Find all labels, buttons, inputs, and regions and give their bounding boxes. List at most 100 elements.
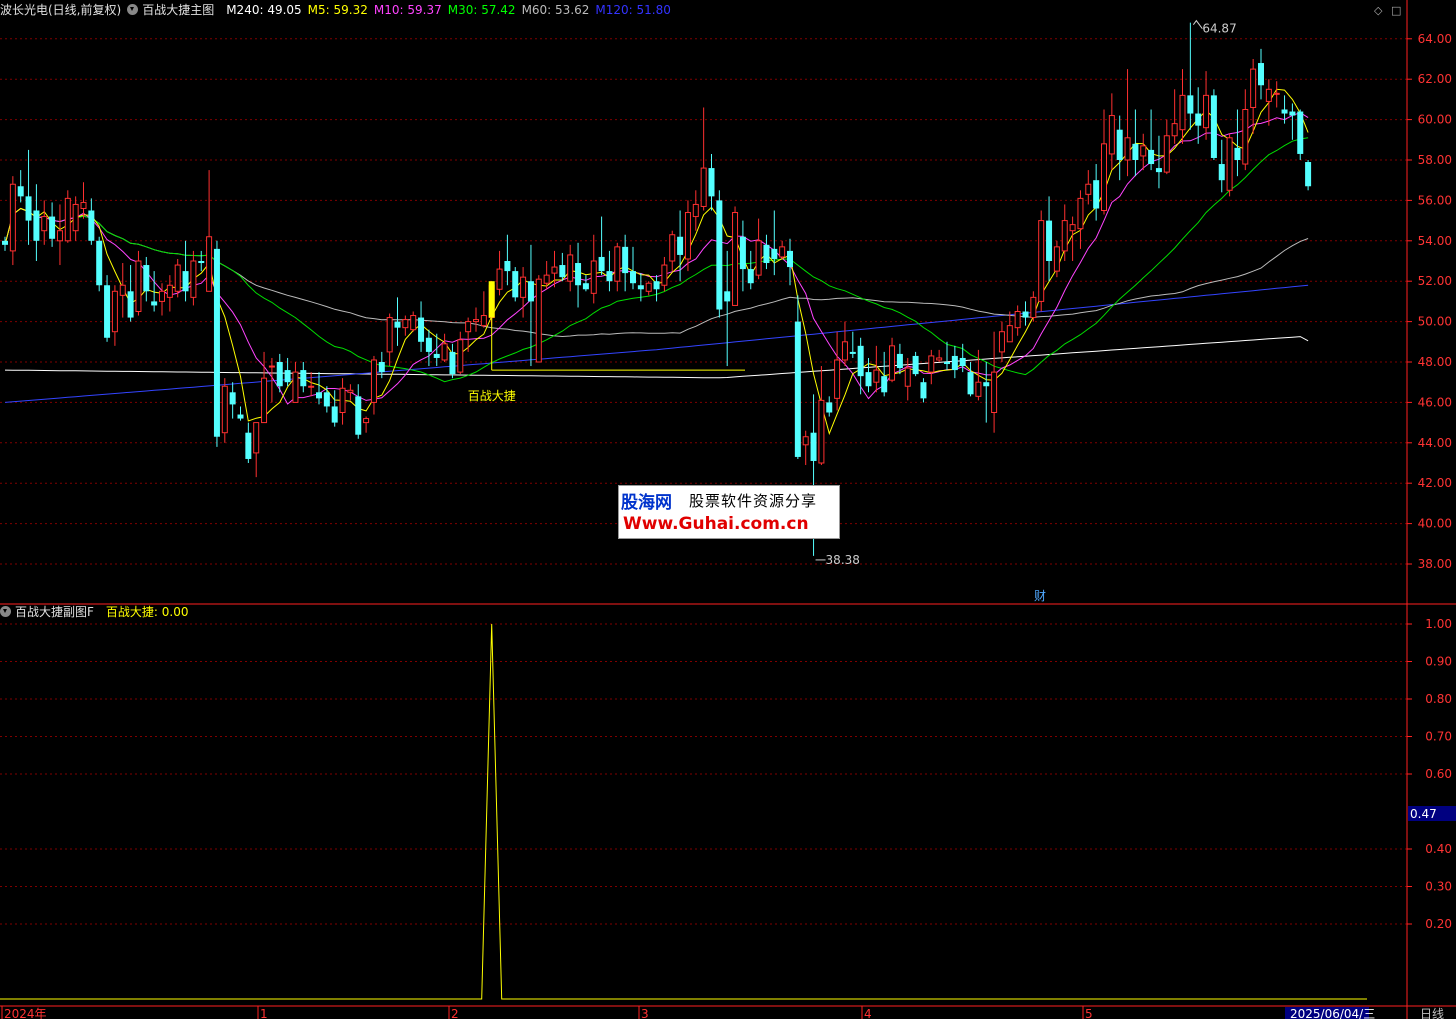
- candle-body[interactable]: [582, 283, 589, 290]
- candle-body[interactable]: [912, 355, 919, 375]
- candle-body[interactable]: [739, 236, 746, 270]
- candle-body[interactable]: [355, 396, 362, 435]
- candle-body[interactable]: [959, 357, 966, 367]
- candle-body[interactable]: [637, 285, 644, 290]
- candle-body[interactable]: [1101, 143, 1107, 211]
- candle-body[interactable]: [771, 248, 778, 259]
- candle-body[interactable]: [904, 367, 911, 387]
- candle-body[interactable]: [1242, 109, 1249, 165]
- signal-bar[interactable]: [488, 281, 495, 318]
- candle-body[interactable]: [1226, 137, 1233, 191]
- candle-body[interactable]: [1234, 147, 1241, 160]
- candle-body[interactable]: [967, 372, 974, 395]
- candle-body[interactable]: [512, 271, 519, 298]
- candle-body[interactable]: [1273, 92, 1280, 95]
- candle-body[interactable]: [261, 377, 268, 424]
- candle-body[interactable]: [936, 357, 943, 361]
- candle-body[interactable]: [245, 432, 252, 459]
- candle-body[interactable]: [41, 216, 48, 232]
- candle-body[interactable]: [677, 236, 684, 255]
- chevron-down-icon[interactable]: [0, 606, 11, 617]
- candle-body[interactable]: [96, 240, 103, 286]
- candle-body[interactable]: [33, 210, 40, 241]
- candle-body[interactable]: [457, 339, 464, 373]
- candle-body[interactable]: [1163, 135, 1170, 173]
- candle-body[interactable]: [1116, 129, 1123, 160]
- candle-body[interactable]: [1108, 115, 1115, 155]
- candle-body[interactable]: [1155, 168, 1162, 173]
- candle-body[interactable]: [370, 359, 377, 403]
- candle-body[interactable]: [520, 276, 527, 298]
- candle-body[interactable]: [630, 271, 636, 284]
- candle-body[interactable]: [496, 268, 503, 290]
- candle-body[interactable]: [88, 210, 95, 241]
- candle-body[interactable]: [80, 201, 87, 209]
- candle-body[interactable]: [983, 382, 990, 387]
- candle-body[interactable]: [1124, 137, 1131, 161]
- candle-body[interactable]: [253, 422, 260, 454]
- candle-body[interactable]: [1014, 311, 1021, 329]
- candle-body[interactable]: [111, 290, 118, 333]
- candle-body[interactable]: [567, 254, 574, 282]
- candle-body[interactable]: [190, 260, 197, 298]
- sub-indicator-name[interactable]: 百战大捷副图F: [15, 605, 94, 619]
- candle-body[interactable]: [802, 436, 809, 446]
- candle-body[interactable]: [928, 355, 935, 373]
- candle-body[interactable]: [1046, 220, 1053, 261]
- candle-body[interactable]: [198, 261, 205, 264]
- candle-body[interactable]: [323, 392, 330, 407]
- candle-body[interactable]: [363, 418, 370, 424]
- candle-body[interactable]: [920, 382, 927, 399]
- candle-body[interactable]: [473, 319, 479, 323]
- candle-body[interactable]: [1297, 111, 1304, 154]
- candle-body[interactable]: [316, 392, 322, 399]
- candle-body[interactable]: [441, 343, 448, 361]
- candle-body[interactable]: [480, 315, 487, 327]
- candle-body[interactable]: [402, 319, 409, 329]
- candle-body[interactable]: [394, 321, 401, 328]
- candle-body[interactable]: [1053, 246, 1060, 272]
- restore-icon[interactable]: ◇: [1374, 4, 1382, 17]
- candle-body[interactable]: [166, 284, 173, 298]
- candle-body[interactable]: [1006, 325, 1013, 343]
- candle-body[interactable]: [724, 291, 731, 302]
- candle-body[interactable]: [1210, 95, 1217, 158]
- candle-body[interactable]: [590, 260, 597, 294]
- candle-body[interactable]: [684, 212, 691, 260]
- candle-body[interactable]: [386, 317, 393, 353]
- candle-body[interactable]: [1187, 95, 1194, 114]
- candle-body[interactable]: [559, 265, 566, 278]
- candle-body[interactable]: [339, 387, 346, 414]
- candle-body[interactable]: [1218, 164, 1225, 181]
- candle-body[interactable]: [857, 345, 864, 377]
- candle-body[interactable]: [732, 212, 739, 306]
- candle-body[interactable]: [9, 183, 16, 252]
- candle-body[interactable]: [991, 371, 998, 414]
- candle-body[interactable]: [810, 432, 817, 461]
- candle-body[interactable]: [104, 285, 111, 338]
- candle-body[interactable]: [747, 269, 754, 284]
- candle-body[interactable]: [834, 359, 841, 399]
- candle-body[interactable]: [653, 281, 660, 290]
- candle-body[interactable]: [755, 240, 762, 276]
- candle-body[interactable]: [143, 265, 150, 292]
- candle-body[interactable]: [779, 246, 786, 258]
- candle-body[interactable]: [543, 274, 550, 284]
- chevron-down-icon[interactable]: [127, 4, 139, 15]
- candle-body[interactable]: [700, 167, 707, 207]
- candle-body[interactable]: [606, 271, 613, 282]
- candle-body[interactable]: [1061, 220, 1068, 252]
- candle-body[interactable]: [889, 345, 896, 381]
- candle-body[interactable]: [292, 371, 299, 403]
- candle-body[interactable]: [669, 234, 676, 262]
- candle-body[interactable]: [826, 402, 833, 413]
- candle-body[interactable]: [708, 168, 715, 197]
- candle-body[interactable]: [410, 315, 417, 331]
- candle-body[interactable]: [787, 250, 793, 268]
- candle-body[interactable]: [425, 337, 432, 352]
- candle-body[interactable]: [1038, 220, 1045, 302]
- candle-body[interactable]: [418, 317, 425, 342]
- candle-body[interactable]: [229, 392, 236, 405]
- candle-body[interactable]: [449, 351, 456, 375]
- candle-body[interactable]: [64, 197, 71, 242]
